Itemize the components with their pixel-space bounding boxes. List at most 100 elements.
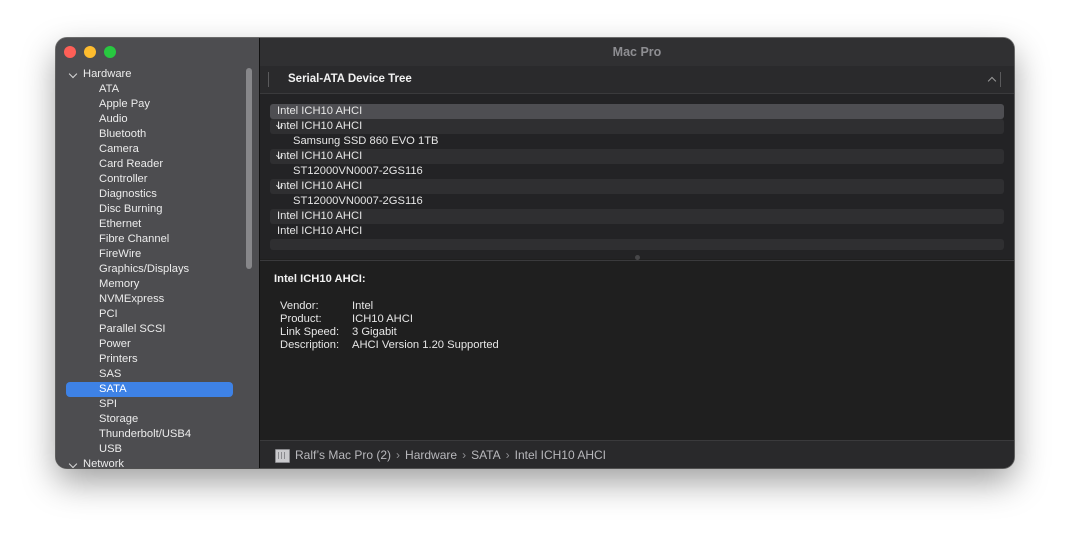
property-row: Product: ICH10 AHCI <box>280 313 413 325</box>
device-tree-header[interactable]: Serial-ATA Device Tree <box>260 66 1014 94</box>
sidebar-item-audio[interactable]: Audio <box>56 112 246 127</box>
sidebar-item-power[interactable]: Power <box>56 337 246 352</box>
sidebar-item-thunderbolt-usb4[interactable]: Thunderbolt/USB4 <box>56 427 246 442</box>
zoom-window-button[interactable] <box>104 46 116 58</box>
device-row-label: Intel ICH10 AHCI <box>277 180 363 192</box>
device-row-label: Intel ICH10 AHCI <box>277 210 363 222</box>
sidebar-item-label: SAS <box>99 368 122 380</box>
device-row-label: Samsung SSD 860 EVO 1TB <box>293 135 439 147</box>
device-tree-header-title: Serial-ATA Device Tree <box>288 73 412 85</box>
sidebar-item-controller[interactable]: Controller <box>56 172 246 187</box>
main-pane: Mac Pro Serial-ATA Device Tree Intel ICH… <box>260 38 1014 468</box>
sidebar-item-label: Camera <box>99 143 139 155</box>
property-row: Link Speed: 3 Gigabit <box>280 326 397 338</box>
sidebar-tree: Hardware ATA Apple Pay Audio Bluetooth Camera… <box>56 67 246 468</box>
breadcrumb-separator: › <box>505 448 510 462</box>
sidebar-item-firewire[interactable]: FireWire <box>56 247 246 262</box>
sidebar-item-storage[interactable]: Storage <box>56 412 246 427</box>
sidebar-item-nvmexpress[interactable]: NVMExpress <box>56 292 246 307</box>
device-row[interactable]: Intel ICH10 AHCI <box>270 119 1004 134</box>
sidebar-item-label: Parallel SCSI <box>99 323 166 335</box>
device-row[interactable]: ST12000VN0007-2GS116 <box>270 194 1004 209</box>
sidebar-item-fibre-channel[interactable]: Fibre Channel <box>56 232 246 247</box>
device-row[interactable]: ST12000VN0007-2GS116 <box>270 164 1004 179</box>
sidebar-item-label: Power <box>99 338 131 350</box>
property-value: ICH10 AHCI <box>352 313 413 325</box>
sidebar: Hardware ATA Apple Pay Audio Bluetooth Camera… <box>56 38 260 468</box>
sidebar-item-memory[interactable]: Memory <box>56 277 246 292</box>
sidebar-scrollbar[interactable] <box>246 68 252 269</box>
sidebar-item-label: USB <box>99 443 123 455</box>
detail-divider <box>260 260 1014 261</box>
device-row-label: Intel ICH10 AHCI <box>277 225 363 237</box>
sidebar-item-label: NVMExpress <box>99 293 165 305</box>
sidebar-item-diagnostics[interactable]: Diagnostics <box>56 187 246 202</box>
device-row-label: Intel ICH10 AHCI <box>277 150 363 162</box>
sidebar-item-disc-burning[interactable]: Disc Burning <box>56 202 246 217</box>
sidebar-item-ethernet[interactable]: Ethernet <box>56 217 246 232</box>
sidebar-item-sata[interactable]: SATA <box>56 382 246 397</box>
chevron-down-icon[interactable] <box>68 459 78 468</box>
sidebar-item-label: Apple Pay <box>99 98 150 110</box>
breadcrumb-item[interactable]: SATA <box>471 448 501 462</box>
sidebar-item-label: Graphics/Displays <box>99 263 190 275</box>
sidebar-item-label: Ethernet <box>99 218 142 230</box>
sidebar-item-spi[interactable]: SPI <box>56 397 246 412</box>
sidebar-item-pci[interactable]: PCI <box>56 307 246 322</box>
header-divider <box>268 72 269 87</box>
device-row[interactable]: Samsung SSD 860 EVO 1TB <box>270 134 1004 149</box>
property-row: Vendor: Intel <box>280 300 373 312</box>
device-row[interactable]: Intel ICH10 AHCI <box>270 209 1004 224</box>
sidebar-item-label: Disc Burning <box>99 203 163 215</box>
minimize-window-button[interactable] <box>84 46 96 58</box>
sidebar-item-label: Audio <box>99 113 128 125</box>
property-value: Intel <box>352 300 374 312</box>
sidebar-item-card-reader[interactable]: Card Reader <box>56 157 246 172</box>
sidebar-item-graphics-displays[interactable]: Graphics/Displays <box>56 262 246 277</box>
sidebar-group-network[interactable]: Network <box>56 457 246 468</box>
device-row-label: Intel ICH10 AHCI <box>277 105 363 117</box>
sidebar-item-label: Controller <box>99 173 148 185</box>
sidebar-group-label: Hardware <box>83 68 132 80</box>
breadcrumb-item[interactable]: Ralf’s Mac Pro (2) <box>295 448 391 462</box>
device-row[interactable]: Intel ICH10 AHCI <box>270 104 1004 119</box>
header-divider <box>1000 72 1001 87</box>
device-row-label: ST12000VN0007-2GS116 <box>293 195 423 207</box>
sidebar-item-printers[interactable]: Printers <box>56 352 246 367</box>
property-key: Product: <box>280 313 322 325</box>
property-key: Link Speed: <box>280 326 340 338</box>
close-window-button[interactable] <box>64 46 76 58</box>
sidebar-item-label: Bluetooth <box>99 128 147 140</box>
device-row[interactable]: Intel ICH10 AHCI <box>270 179 1004 194</box>
sidebar-item-usb[interactable]: USB <box>56 442 246 457</box>
sidebar-item-sas[interactable]: SAS <box>56 367 246 382</box>
sidebar-item-camera[interactable]: Camera <box>56 142 246 157</box>
device-row[interactable]: Intel ICH10 AHCI <box>270 224 1004 239</box>
chevron-down-icon[interactable] <box>68 69 78 79</box>
sidebar-item-ata[interactable]: ATA <box>56 82 246 97</box>
property-key: Description: <box>280 339 340 351</box>
sidebar-item-parallel-scsi[interactable]: Parallel SCSI <box>56 322 246 337</box>
property-value: AHCI Version 1.20 Supported <box>352 339 499 351</box>
device-tree-list: Intel ICH10 AHCI Intel ICH10 AHCI Samsung … <box>260 94 1014 259</box>
path-bar: Ralf’s Mac Pro (2) › Hardware › SATA › Intel I… <box>260 440 1014 468</box>
sidebar-item-label: FireWire <box>99 248 142 260</box>
breadcrumb-separator: › <box>396 448 401 462</box>
device-row[interactable]: Intel ICH10 AHCI <box>270 149 1004 164</box>
mac-pro-icon <box>275 449 290 463</box>
breadcrumb-item[interactable]: Hardware <box>405 448 457 462</box>
window-title: Mac Pro <box>260 38 1014 66</box>
sidebar-item-bluetooth[interactable]: Bluetooth <box>56 127 246 142</box>
chevron-up-icon[interactable] <box>987 76 997 86</box>
breadcrumb-item[interactable]: Intel ICH10 AHCI <box>515 448 606 462</box>
sidebar-item-label: Fibre Channel <box>99 233 170 245</box>
sidebar-item-apple-pay[interactable]: Apple Pay <box>56 97 246 112</box>
sidebar-item-label: ATA <box>99 83 120 95</box>
device-row-empty <box>270 239 1004 250</box>
property-value: 3 Gigabit <box>352 326 397 338</box>
sidebar-item-label: Diagnostics <box>99 188 157 200</box>
property-key: Vendor: <box>280 300 319 312</box>
sidebar-item-label: PCI <box>99 308 118 320</box>
sidebar-group-hardware[interactable]: Hardware <box>56 67 246 82</box>
device-row-label: ST12000VN0007-2GS116 <box>293 165 423 177</box>
